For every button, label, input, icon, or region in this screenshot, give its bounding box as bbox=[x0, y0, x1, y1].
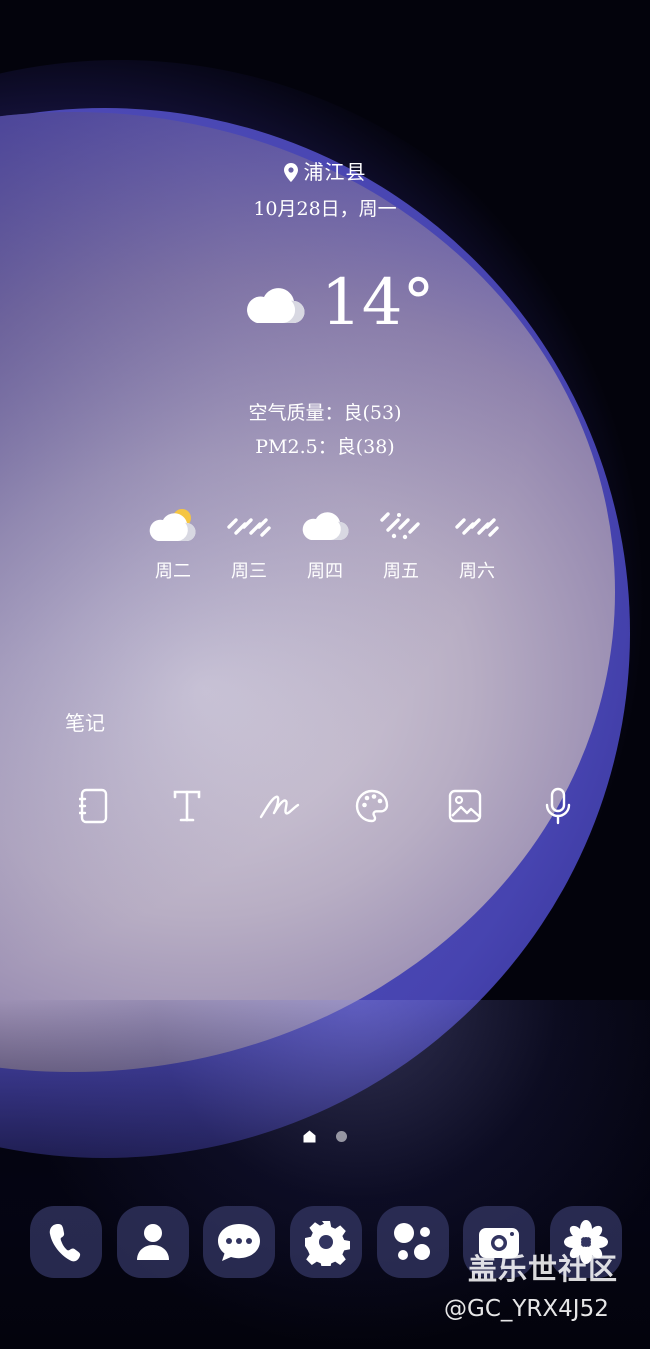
assistant-app[interactable] bbox=[376, 1206, 449, 1278]
settings-icon bbox=[304, 1221, 350, 1266]
handwriting-icon bbox=[259, 795, 299, 819]
microphone-icon bbox=[545, 787, 571, 825]
watermark-title: 盖乐世社区 bbox=[468, 1252, 619, 1286]
sleet-icon bbox=[380, 512, 420, 540]
palette-icon bbox=[356, 789, 389, 823]
forecast-day[interactable]: 周三 bbox=[211, 505, 287, 583]
location-label: 浦江县 bbox=[303, 160, 367, 184]
image-note-button[interactable] bbox=[443, 784, 487, 828]
page-dot bbox=[336, 1131, 347, 1142]
pm25: PM2.5：良(38) bbox=[255, 436, 395, 458]
notes-widget-title[interactable]: 笔记 bbox=[65, 707, 105, 736]
weather-location[interactable]: 浦江县 bbox=[0, 156, 650, 185]
messages-icon bbox=[218, 1224, 261, 1261]
new-note-button[interactable] bbox=[72, 784, 116, 828]
forecast-day[interactable]: 周二 bbox=[135, 505, 211, 583]
forecast-day[interactable]: 周六 bbox=[439, 505, 515, 583]
notes-actions bbox=[72, 784, 580, 828]
forecast-day-label: 周五 bbox=[383, 561, 419, 582]
temperature: 14° bbox=[321, 266, 435, 340]
contacts-app[interactable] bbox=[116, 1206, 189, 1278]
weather-date: 10月28日，周一 bbox=[253, 198, 397, 220]
drawing-button[interactable] bbox=[350, 784, 394, 828]
air-quality: 空气质量：良(53) bbox=[248, 402, 402, 424]
notebook-icon bbox=[79, 788, 108, 824]
forecast-day-label: 周六 bbox=[459, 561, 495, 582]
phone-app[interactable] bbox=[30, 1206, 102, 1278]
handwriting-button[interactable] bbox=[258, 784, 302, 828]
voice-note-button[interactable] bbox=[536, 784, 580, 828]
forecast-row: 周二 周三 周四 周五 周六 bbox=[135, 505, 515, 583]
settings-app[interactable] bbox=[289, 1206, 362, 1278]
forecast-day-label: 周四 bbox=[307, 561, 343, 582]
contacts-icon bbox=[136, 1224, 169, 1260]
phone-icon bbox=[49, 1224, 81, 1262]
page-indicator[interactable] bbox=[0, 1130, 650, 1143]
forecast-day[interactable]: 周五 bbox=[363, 505, 439, 583]
home-page-indicator-icon bbox=[303, 1130, 316, 1143]
messages-app[interactable] bbox=[203, 1206, 276, 1278]
forecast-day[interactable]: 周四 bbox=[287, 505, 363, 583]
rain-icon bbox=[227, 518, 271, 537]
image-icon bbox=[448, 789, 482, 823]
forecast-day-label: 周三 bbox=[231, 561, 267, 582]
text-icon bbox=[173, 790, 201, 822]
assistant-icon bbox=[393, 1223, 430, 1260]
rain-icon bbox=[455, 518, 499, 537]
forecast-day-label: 周二 bbox=[155, 561, 191, 582]
partly-sunny-icon bbox=[149, 509, 196, 542]
location-pin-icon bbox=[283, 163, 298, 182]
cloudy-icon bbox=[302, 512, 349, 541]
current-weather[interactable]: 14° bbox=[243, 268, 434, 338]
cloudy-icon bbox=[247, 288, 305, 324]
watermark-handle: @GC_YRX4J52 bbox=[444, 1296, 609, 1322]
text-note-button[interactable] bbox=[165, 784, 209, 828]
